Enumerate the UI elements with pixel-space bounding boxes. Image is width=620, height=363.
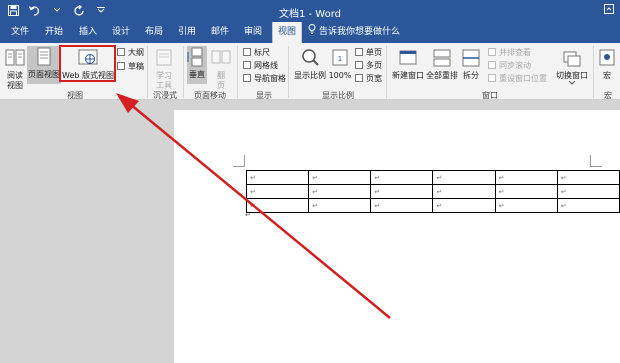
arrow-line	[129, 103, 391, 319]
annotation-arrow	[116, 93, 391, 319]
